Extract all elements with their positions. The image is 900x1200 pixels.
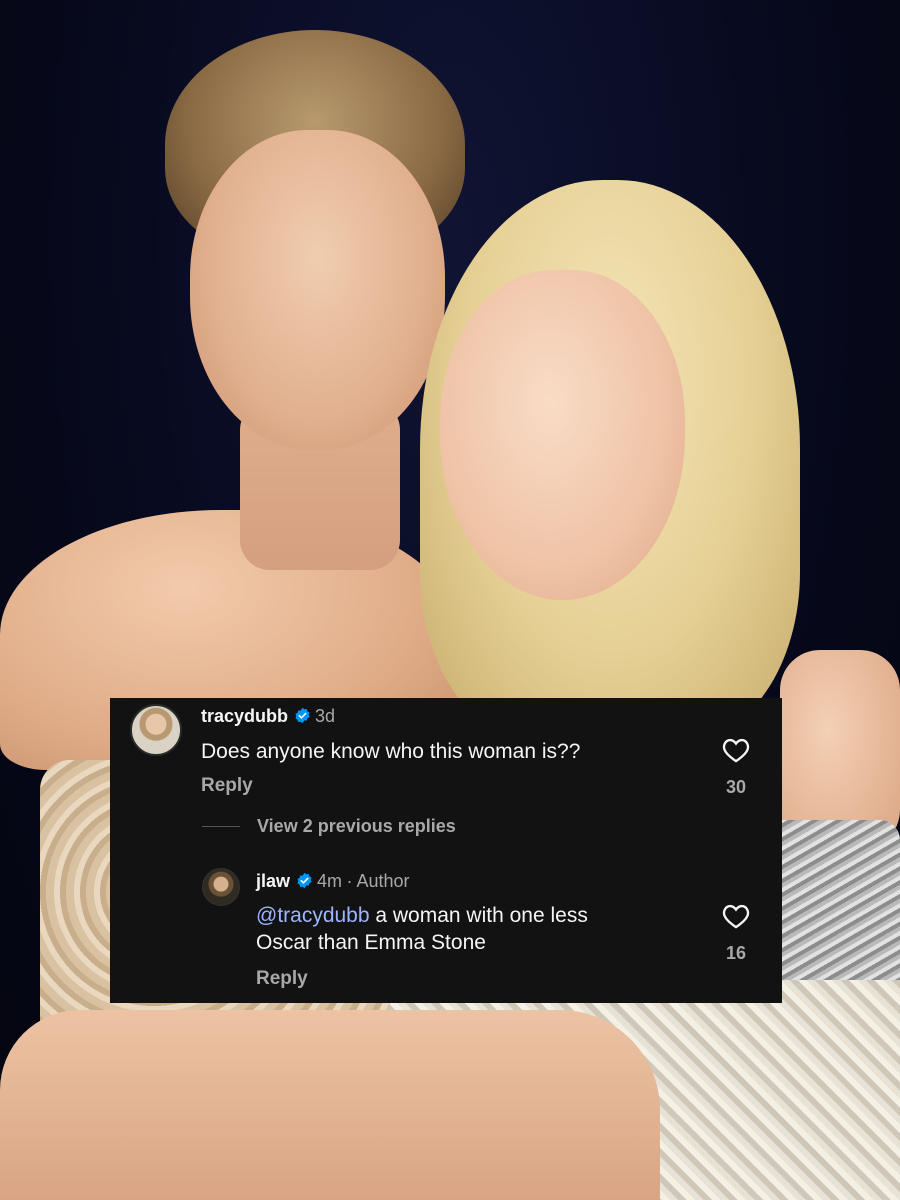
photo-shape	[0, 1010, 660, 1200]
heart-outline-icon[interactable]	[722, 737, 750, 763]
reply-text-line1: @tracydubb a woman with one less	[256, 902, 588, 929]
reply-text-line2: Oscar than Emma Stone	[256, 931, 486, 954]
comment-text: Does anyone know who this woman is??	[201, 740, 581, 763]
view-replies-button[interactable]: View 2 previous replies	[257, 816, 456, 837]
mention-link[interactable]: @tracydubb	[256, 904, 370, 927]
reply-username[interactable]: jlaw	[256, 871, 290, 891]
verified-badge-icon	[297, 872, 312, 889]
author-tag: · Author	[346, 871, 410, 891]
comment-header: tracydubb 3d	[201, 706, 335, 727]
reply-text: a woman with one less	[369, 904, 588, 927]
replies-divider	[202, 826, 240, 827]
comment-time: 3d	[315, 706, 336, 726]
reply-button[interactable]: Reply	[256, 968, 308, 990]
comment-username[interactable]: tracydubb	[201, 706, 288, 726]
verified-badge-icon	[295, 707, 310, 724]
reply-button[interactable]: Reply	[201, 775, 253, 797]
comment-card: tracydubb 3d Does anyone know who this wo…	[110, 698, 782, 1003]
background-photo	[0, 0, 900, 1200]
avatar[interactable]	[130, 704, 182, 756]
heart-outline-icon[interactable]	[722, 903, 750, 929]
reply-time: 4m	[317, 871, 343, 891]
reply-header: jlaw 4m · Author	[256, 871, 410, 892]
photo-shape	[440, 270, 685, 600]
like-count: 30	[725, 777, 747, 797]
like-count: 16	[725, 943, 747, 963]
avatar[interactable]	[202, 868, 240, 906]
photo-shape	[190, 130, 445, 450]
